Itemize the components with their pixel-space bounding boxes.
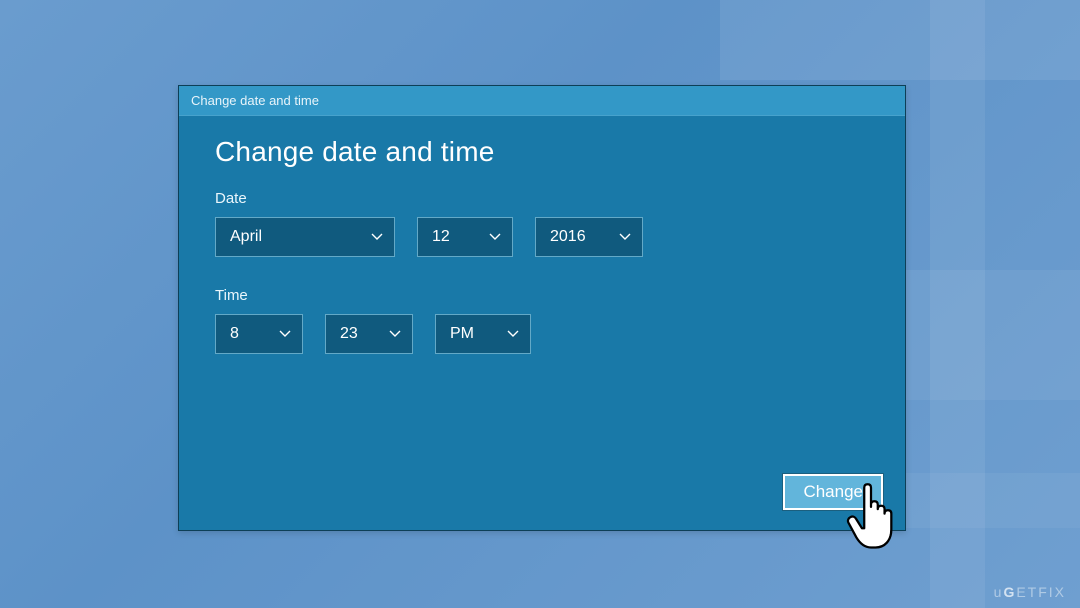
change-button[interactable]: Change: [783, 474, 883, 510]
minute-select[interactable]: 23: [325, 314, 413, 354]
chevron-down-icon: [370, 230, 384, 244]
dialog-footer: Change: [783, 474, 883, 510]
ampm-value: PM: [450, 325, 474, 343]
ampm-select[interactable]: PM: [435, 314, 531, 354]
time-group-label: Time: [215, 287, 869, 304]
hour-select[interactable]: 8: [215, 314, 303, 354]
bg-decoration: [880, 270, 1080, 400]
month-value: April: [230, 228, 262, 246]
date-group-label: Date: [215, 190, 869, 207]
minute-value: 23: [340, 325, 358, 343]
chevron-down-icon: [388, 327, 402, 341]
chevron-down-icon: [506, 327, 520, 341]
chevron-down-icon: [618, 230, 632, 244]
change-date-time-dialog: Change date and time Change date and tim…: [178, 85, 906, 531]
dialog-content: Change date and time Date April 12 2016: [179, 116, 905, 530]
chevron-down-icon: [488, 230, 502, 244]
page-heading: Change date and time: [215, 136, 869, 168]
day-value: 12: [432, 228, 450, 246]
month-select[interactable]: April: [215, 217, 395, 257]
bg-decoration: [720, 0, 1080, 80]
day-select[interactable]: 12: [417, 217, 513, 257]
time-row: 8 23 PM: [215, 314, 869, 354]
year-select[interactable]: 2016: [535, 217, 643, 257]
chevron-down-icon: [278, 327, 292, 341]
date-row: April 12 2016: [215, 217, 869, 257]
watermark-text: uGETFIX: [994, 584, 1066, 600]
year-value: 2016: [550, 228, 586, 246]
dialog-titlebar: Change date and time: [179, 86, 905, 116]
hour-value: 8: [230, 325, 239, 343]
titlebar-text: Change date and time: [191, 93, 319, 108]
